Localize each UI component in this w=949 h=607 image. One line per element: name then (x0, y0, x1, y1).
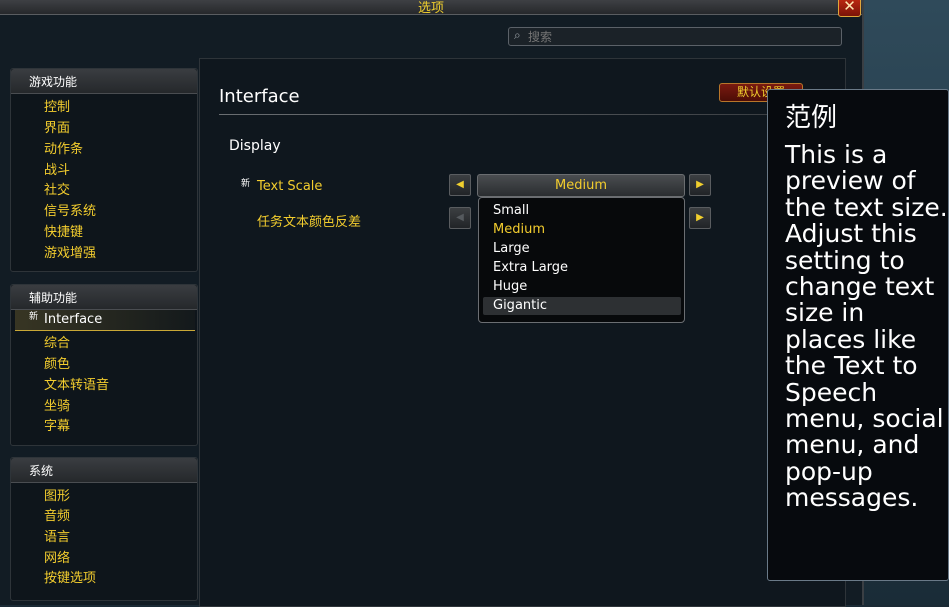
close-icon: ✕ (843, 0, 856, 15)
quest-contrast-increase-button[interactable]: ▶ (689, 207, 711, 229)
title-bar: 选项 ✕ (0, 0, 862, 17)
sidebar-item-colors[interactable]: 颜色 (44, 353, 70, 372)
category-header: 系统 (11, 458, 197, 483)
text-scale-dropdown[interactable]: Medium (477, 174, 685, 197)
group-title: Display (229, 138, 281, 154)
sidebar-item-text-to-speech[interactable]: 文本转语音 (44, 374, 109, 393)
sidebar-item-gameplay-enhancements[interactable]: 游戏增强 (44, 242, 96, 261)
sidebar-item-accessibility-interface[interactable]: Interface (44, 312, 102, 327)
sidebar-item-combat[interactable]: 战斗 (44, 159, 70, 178)
sidebar-item-subtitles[interactable]: 字幕 (44, 415, 70, 434)
tooltip-body: This is a preview of the text size. Adju… (785, 140, 948, 513)
category-title: 游戏功能 (29, 75, 78, 89)
option-small[interactable]: Small (493, 203, 529, 218)
category-header: 游戏功能 (11, 69, 197, 94)
search-input[interactable] (528, 28, 828, 45)
sidebar-item-controls[interactable]: 控制 (44, 96, 70, 115)
option-large[interactable]: Large (493, 241, 530, 256)
section-divider (219, 114, 779, 115)
sidebar-item-interface[interactable]: 界面 (44, 117, 70, 136)
sidebar-item-general[interactable]: 综合 (44, 332, 70, 351)
sidebar-item-audio[interactable]: 音频 (44, 505, 70, 524)
options-window: 选项 ✕ ⌕ 游戏功能 控制 界面 动作条 战斗 社交 信号系统 快捷键 游戏增… (0, 0, 864, 607)
category-system: 系统 图形 音频 语言 网络 按键选项 (10, 457, 198, 601)
new-tag: 新 (29, 312, 39, 322)
tooltip-title: 范例 (785, 103, 838, 133)
arrow-right-icon: ▶ (696, 179, 704, 190)
text-scale-increase-button[interactable]: ▶ (689, 174, 711, 196)
settings-panel: Interface 默认设置 Display 新 Text Scale ◀ Me… (199, 58, 846, 607)
option-extra-large[interactable]: Extra Large (493, 260, 568, 275)
window-title: 选项 (417, 1, 444, 16)
section-title: Interface (219, 86, 300, 107)
option-huge[interactable]: Huge (493, 279, 527, 294)
preview-tooltip: 范例 This is a preview of the text size. A… (767, 89, 949, 581)
arrow-left-icon: ◀ (456, 212, 464, 223)
new-tag: 新 (241, 179, 251, 189)
sidebar-item-keybindings[interactable]: 快捷键 (44, 221, 83, 240)
text-scale-label: Text Scale (257, 179, 323, 194)
sidebar-item-social[interactable]: 社交 (44, 179, 70, 198)
text-scale-decrease-button[interactable]: ◀ (449, 174, 471, 196)
option-medium[interactable]: Medium (493, 222, 545, 237)
sidebar: 游戏功能 控制 界面 动作条 战斗 社交 信号系统 快捷键 游戏增强 辅助功能 … (10, 58, 198, 605)
category-accessibility: 辅助功能 新 Interface 综合 颜色 文本转语音 坐骑 字幕 (10, 284, 198, 446)
sidebar-item-ping-system[interactable]: 信号系统 (44, 200, 96, 219)
arrow-right-icon: ▶ (696, 212, 704, 223)
arrow-left-icon: ◀ (456, 179, 464, 190)
sidebar-item-graphics[interactable]: 图形 (44, 485, 70, 504)
text-scale-options-list: Small Medium Large Extra Large Huge Giga… (478, 197, 685, 323)
category-title: 系统 (29, 464, 54, 478)
category-game-features: 游戏功能 控制 界面 动作条 战斗 社交 信号系统 快捷键 游戏增强 (10, 68, 198, 272)
search-box[interactable]: ⌕ (508, 27, 842, 46)
option-gigantic[interactable]: Gigantic (493, 298, 547, 313)
sidebar-item-action-bars[interactable]: 动作条 (44, 138, 83, 157)
category-header: 辅助功能 (11, 285, 197, 310)
category-title: 辅助功能 (29, 291, 78, 305)
sidebar-item-language[interactable]: 语言 (44, 526, 70, 545)
quest-text-contrast-label: 任务文本颜色反差 (257, 215, 362, 230)
selected-item-highlight (15, 310, 195, 331)
sidebar-item-mounts[interactable]: 坐骑 (44, 395, 70, 414)
search-icon: ⌕ (514, 28, 521, 42)
sidebar-item-keybinding-options[interactable]: 按键选项 (44, 567, 96, 586)
quest-contrast-decrease-button[interactable]: ◀ (449, 207, 471, 229)
sidebar-item-network[interactable]: 网络 (44, 547, 70, 566)
close-button[interactable]: ✕ (838, 0, 861, 17)
